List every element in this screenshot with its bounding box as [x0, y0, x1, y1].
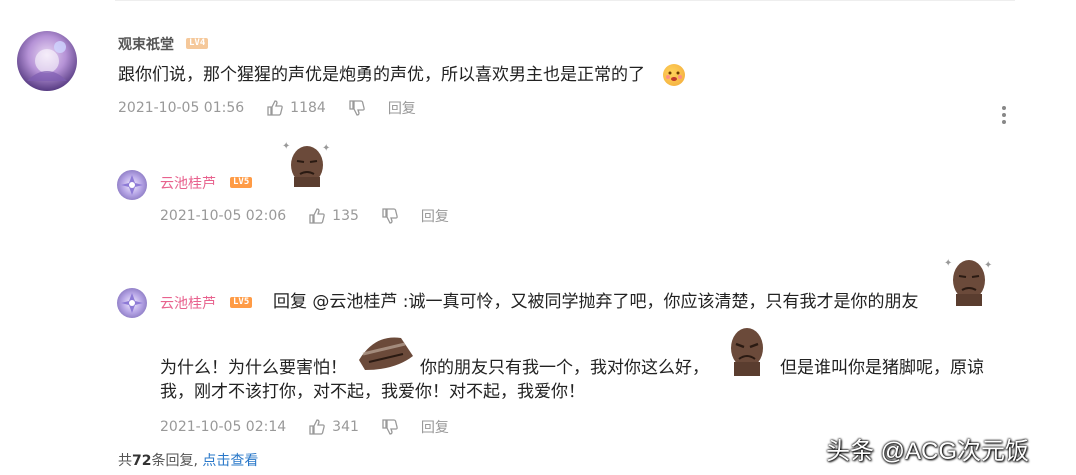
svg-text:✦: ✦ [322, 143, 330, 154]
timestamp: 2021-10-05 02:06 [160, 208, 287, 224]
username[interactable]: 云池桂芦 [160, 173, 216, 193]
comment-text-line1: 回复 @云池桂芦 :诚一真可怜，又被同学抛弃了吧，你应该清楚，只有我才是你的朋友 [273, 292, 919, 312]
comment-text-line2c: 但是谁叫你是猪脚呢，原谅 [780, 358, 984, 378]
comment-text: 跟你们说，那个猩猩的声优是炮勇的声优，所以喜欢男主也是正常的了 [118, 64, 645, 86]
watermark: 头条 @ACG次元饭 [826, 438, 1030, 465]
thumbs-up-icon [309, 419, 325, 435]
reply-summary-suffix: 条回复, [151, 453, 198, 469]
like-count: 341 [332, 419, 359, 435]
reply-summary: 共72条回复, 点击查看 [118, 450, 258, 470]
like-button[interactable]: 341 [308, 418, 359, 436]
like-count: 135 [332, 208, 359, 224]
comment-meta: 2021-10-05 02:06 135 回复 [160, 206, 449, 226]
thumbs-down-icon [382, 419, 398, 435]
view-replies-link[interactable]: 点击查看 [202, 453, 258, 469]
divider [115, 0, 1015, 1]
svg-text:✦: ✦ [282, 141, 290, 152]
level-badge: LV5 [230, 297, 253, 308]
like-button[interactable]: 135 [308, 207, 359, 225]
timestamp: 2021-10-05 02:14 [160, 419, 287, 435]
svg-text:✦: ✦ [944, 258, 952, 269]
like-count: 1184 [290, 100, 326, 116]
reply-button[interactable]: 回复 [421, 206, 449, 226]
comment-text-line3: 我，刚才不该打你，对不起，我爱你！对不起，我爱你！ [160, 382, 585, 402]
dislike-button[interactable] [348, 99, 366, 117]
svg-text:✦: ✦ [984, 260, 992, 271]
like-button[interactable]: 1184 [266, 99, 326, 117]
timestamp: 2021-10-05 01:56 [118, 100, 245, 116]
comment-text-line2b: 你的朋友只有我一个，我对你这么好， [420, 358, 709, 378]
thumbs-down-icon [382, 208, 398, 224]
comment-text-line2a: 为什么！为什么要害怕！ [160, 358, 347, 378]
avatar[interactable] [117, 170, 147, 200]
level-badge: LV5 [230, 177, 253, 188]
comment-body: 跟你们说，那个猩猩的声优是炮勇的声优，所以喜欢男主也是正常的了 [118, 65, 645, 85]
thumbs-down-icon [349, 100, 365, 116]
dislike-button[interactable] [381, 207, 399, 225]
face-sticker [355, 330, 417, 378]
face-sticker [722, 322, 772, 380]
level-badge: LV4 [186, 38, 209, 49]
reply-button[interactable]: 回复 [388, 98, 416, 118]
username[interactable]: 观束祇堂 [118, 34, 174, 54]
thumbs-up-icon [267, 100, 283, 116]
comment-meta: 2021-10-05 02:14 341 回复 [160, 417, 449, 437]
face-sticker: ✦ ✦ [942, 252, 996, 312]
emoji-icon [663, 64, 685, 86]
thumbs-up-icon [309, 208, 325, 224]
reply-count: 72 [132, 453, 152, 469]
dislike-button[interactable] [381, 418, 399, 436]
avatar[interactable] [117, 288, 147, 318]
reply-button[interactable]: 回复 [421, 417, 449, 437]
face-sticker: ✦ ✦ [280, 137, 334, 191]
more-icon[interactable] [998, 105, 1010, 125]
username[interactable]: 云池桂芦 [160, 293, 216, 313]
avatar[interactable] [17, 31, 77, 91]
comment-meta: 2021-10-05 01:56 1184 回复 [118, 98, 416, 118]
reply-summary-prefix: 共 [118, 453, 132, 469]
